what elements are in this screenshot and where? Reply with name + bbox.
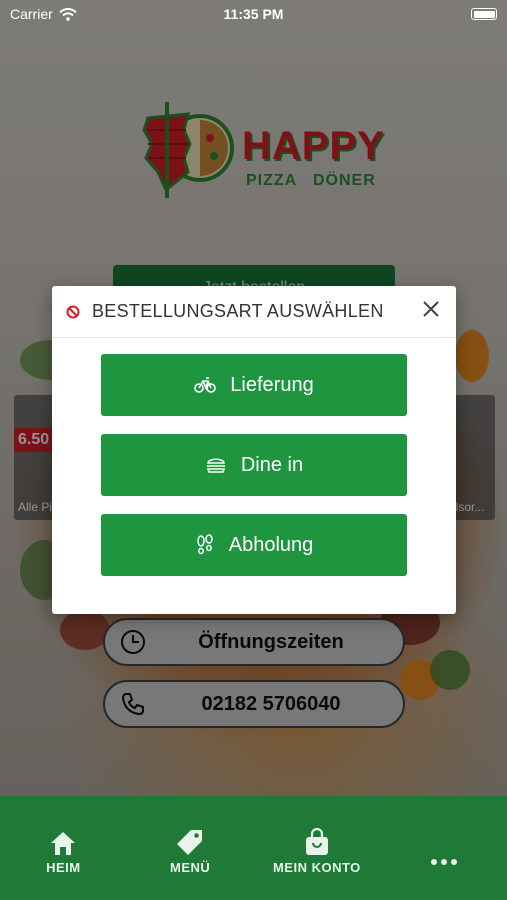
home-icon [49,826,77,856]
bag-icon [304,826,330,856]
tab-bar: HEIM MENÜ MEIN KONTO [0,796,507,900]
modal-title: BESTELLUNGSART AUSWÄHLEN [92,301,384,321]
clock-time: 11:35 PM [223,6,284,22]
battery-icon [471,8,497,20]
delivery-button[interactable]: Lieferung [101,354,407,416]
tag-icon [176,826,204,856]
tab-account[interactable]: MEIN KONTO [254,796,381,900]
footsteps-icon [196,534,213,555]
tab-account-label: MEIN KONTO [272,860,361,875]
forbidden-icon [66,305,80,318]
burger-icon [206,458,225,473]
tab-menu-label: MENÜ [169,860,211,875]
more-icon [430,836,458,866]
modal-header: BESTELLUNGSART AUSWÄHLEN [52,286,456,338]
pickup-button[interactable]: Abholung [101,514,407,576]
status-bar: Carrier 11:35 PM [0,0,507,28]
dine-in-label: Dine in [240,453,304,476]
tab-home-label: HEIM [46,860,81,875]
tab-home[interactable]: HEIM [0,796,127,900]
order-type-modal: BESTELLUNGSART AUSWÄHLEN Lieferung Dine … [52,286,456,614]
bicycle-icon [194,377,217,393]
pickup-label: Abholung [228,533,314,556]
close-icon[interactable] [420,298,442,320]
delivery-label: Lieferung [230,373,314,396]
dine-in-button[interactable]: Dine in [101,434,407,496]
tab-menu[interactable]: MENÜ [127,796,254,900]
tab-more[interactable] [380,796,507,900]
